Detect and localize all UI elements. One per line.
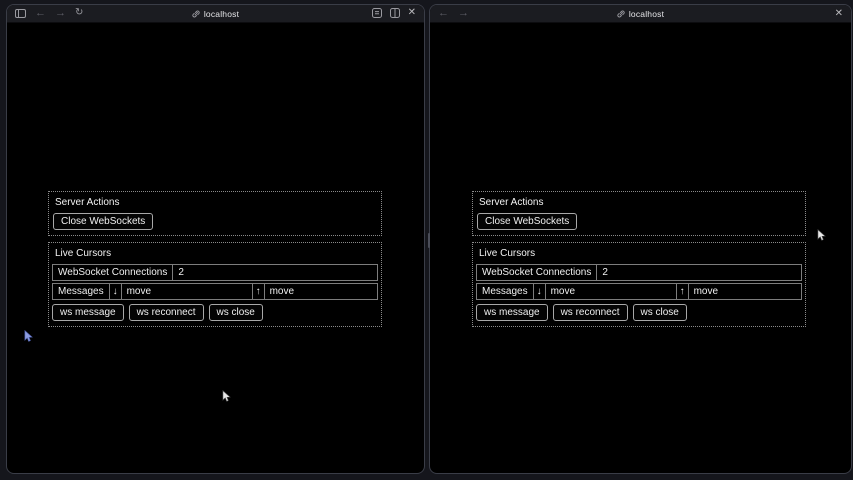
reload-icon: ↻	[75, 8, 83, 18]
close-icon: ✕	[408, 8, 416, 18]
ws-message-button[interactable]: ws message	[476, 304, 548, 321]
page-content: Server Actions Close WebSockets Live Cur…	[472, 191, 806, 327]
last-sent-message: move	[265, 284, 377, 299]
reader-icon	[372, 7, 382, 20]
reload-button[interactable]: ↻	[75, 8, 83, 18]
connections-row: WebSocket Connections 2	[476, 264, 802, 281]
ws-reconnect-button[interactable]: ws reconnect	[553, 304, 628, 321]
messages-row: Messages ↓ move ↑ move	[52, 283, 378, 300]
down-arrow-icon: ↓	[534, 284, 546, 299]
connections-label: WebSocket Connections	[53, 265, 173, 280]
browser-window-right: ← → localhost ✕ Server Actions Close Web…	[429, 4, 852, 474]
link-icon	[192, 10, 200, 18]
close-websockets-button[interactable]: Close WebSockets	[53, 213, 153, 230]
titlebar[interactable]: ← → localhost ✕	[430, 5, 851, 23]
back-arrow-icon: ←	[35, 8, 46, 19]
ws-button-row: ws message ws reconnect ws close	[52, 304, 378, 321]
split-view-icon	[390, 7, 400, 20]
last-received-message: move	[122, 284, 253, 299]
server-actions-heading: Server Actions	[55, 197, 378, 208]
browser-window-left: ← → ↻ localhost	[6, 4, 425, 474]
up-arrow-icon: ↑	[253, 284, 265, 299]
ws-button-row: ws message ws reconnect ws close	[476, 304, 802, 321]
server-actions-panel: Server Actions Close WebSockets	[472, 191, 806, 236]
sidebar-toggle-button[interactable]	[15, 7, 26, 20]
sidebar-icon	[15, 7, 26, 20]
messages-row: Messages ↓ move ↑ move	[476, 283, 802, 300]
page-title: localhost	[629, 9, 664, 19]
messages-label: Messages	[53, 284, 110, 299]
back-button[interactable]: ←	[438, 8, 449, 19]
server-actions-heading: Server Actions	[479, 197, 802, 208]
window-resize-handle[interactable]	[428, 233, 430, 248]
ws-close-button[interactable]: ws close	[209, 304, 263, 321]
split-view-button[interactable]	[390, 7, 400, 20]
last-received-message: move	[546, 284, 677, 299]
forward-arrow-icon: →	[55, 8, 66, 19]
link-icon	[617, 10, 625, 18]
close-window-button[interactable]: ✕	[835, 9, 843, 19]
page-title: localhost	[204, 9, 239, 19]
forward-button[interactable]: →	[458, 8, 469, 19]
forward-arrow-icon: →	[458, 8, 469, 19]
down-arrow-icon: ↓	[110, 284, 122, 299]
back-button[interactable]: ←	[35, 8, 46, 19]
live-cursors-heading: Live Cursors	[55, 248, 378, 259]
page-content: Server Actions Close WebSockets Live Cur…	[48, 191, 382, 327]
connections-count: 2	[173, 265, 377, 280]
server-actions-panel: Server Actions Close WebSockets	[48, 191, 382, 236]
connections-row: WebSocket Connections 2	[52, 264, 378, 281]
close-window-button[interactable]: ✕	[408, 8, 416, 18]
desktop: ← → ↻ localhost	[0, 0, 853, 480]
live-cursors-heading: Live Cursors	[479, 248, 802, 259]
live-cursors-panel: Live Cursors WebSocket Connections 2 Mes…	[472, 242, 806, 327]
ws-close-button[interactable]: ws close	[633, 304, 687, 321]
address-title: localhost	[430, 5, 851, 22]
live-cursors-panel: Live Cursors WebSocket Connections 2 Mes…	[48, 242, 382, 327]
titlebar[interactable]: ← → ↻ localhost	[7, 5, 424, 23]
messages-label: Messages	[477, 284, 534, 299]
back-arrow-icon: ←	[438, 8, 449, 19]
close-icon: ✕	[835, 9, 843, 19]
close-websockets-button[interactable]: Close WebSockets	[477, 213, 577, 230]
connections-count: 2	[597, 265, 801, 280]
ws-reconnect-button[interactable]: ws reconnect	[129, 304, 204, 321]
connections-label: WebSocket Connections	[477, 265, 597, 280]
up-arrow-icon: ↑	[677, 284, 689, 299]
reader-view-button[interactable]	[372, 7, 382, 20]
ws-message-button[interactable]: ws message	[52, 304, 124, 321]
last-sent-message: move	[689, 284, 801, 299]
forward-button[interactable]: →	[55, 8, 66, 19]
